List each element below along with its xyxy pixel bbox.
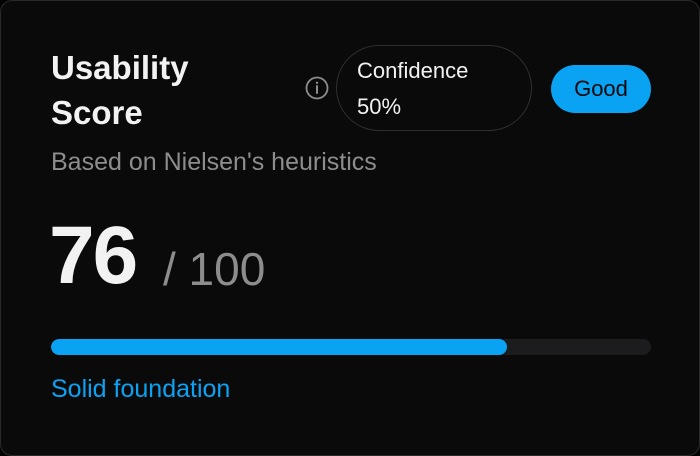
info-icon[interactable]: [305, 76, 329, 100]
card-title: Usability Score: [51, 49, 189, 131]
progress-fill: [51, 339, 507, 355]
usability-score-card: Usability Score Confidence 50% Good Base…: [0, 0, 700, 456]
progress-bar: [51, 339, 651, 355]
verdict-label: Solid foundation: [51, 375, 231, 403]
confidence-pill: Confidence 50%: [336, 45, 532, 131]
score-max: / 100: [163, 243, 266, 295]
confidence-value: 50%: [357, 94, 402, 119]
score-value: 76: [49, 210, 138, 301]
status-badge: Good: [551, 65, 651, 113]
card-subtitle: Based on Nielsen's heuristics: [51, 148, 377, 176]
confidence-label: Confidence: [357, 58, 469, 83]
